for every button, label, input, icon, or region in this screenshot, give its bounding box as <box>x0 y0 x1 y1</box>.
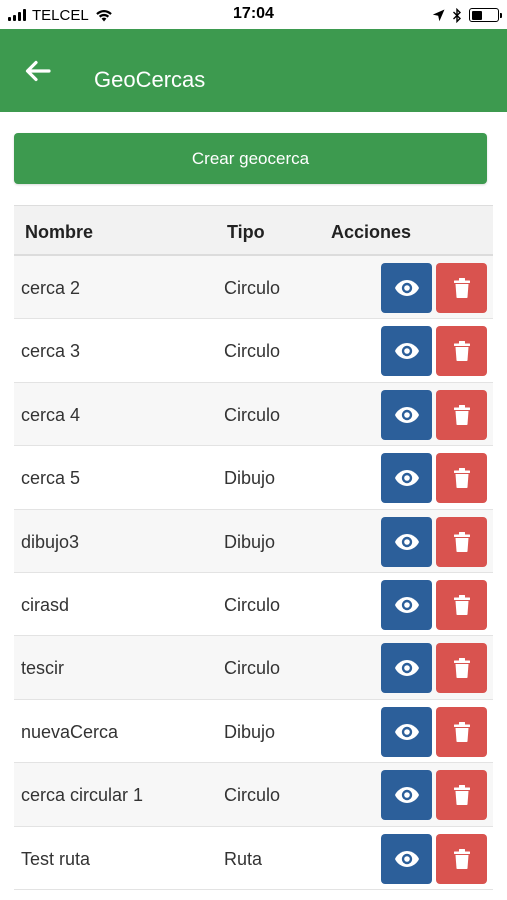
eye-icon <box>394 660 419 677</box>
trash-icon <box>453 531 470 552</box>
eye-icon <box>394 723 419 740</box>
view-button[interactable] <box>381 579 432 630</box>
eye-icon <box>394 280 419 296</box>
view-button[interactable] <box>381 389 432 440</box>
location-arrow-icon <box>432 9 445 21</box>
view-button[interactable] <box>381 643 432 694</box>
delete-button[interactable] <box>436 579 487 630</box>
delete-button[interactable] <box>436 453 487 504</box>
trash-icon <box>453 468 470 489</box>
back-button[interactable] <box>20 53 56 89</box>
geofence-name: nuevaCerca <box>21 721 119 742</box>
trash-icon <box>453 658 470 679</box>
status-time: 17:04 <box>233 5 274 22</box>
geofence-type: Dibujo <box>224 531 276 552</box>
geofence-name: cerca 4 <box>21 404 81 425</box>
column-header-actions: Acciones <box>331 222 412 242</box>
geofence-name: cirasd <box>21 594 70 615</box>
eye-icon <box>394 787 419 804</box>
page-title: GeoCercas <box>94 67 206 92</box>
create-geofence-button[interactable]: Crear geocerca <box>14 133 487 184</box>
geofence-table: Nombre Tipo Acciones cerca 2 Circulo cer… <box>14 205 493 890</box>
delete-button[interactable] <box>436 770 487 821</box>
geofence-type: Dibujo <box>224 721 276 742</box>
eye-icon <box>394 533 419 550</box>
geofence-type: Circulo <box>224 785 281 806</box>
trash-icon <box>453 785 470 806</box>
geofence-type: Circulo <box>224 594 281 615</box>
geofence-name: Test ruta <box>21 848 91 869</box>
bluetooth-icon <box>453 7 461 23</box>
status-right <box>432 6 502 24</box>
view-button[interactable] <box>381 516 432 567</box>
table-row: nuevaCerca Dibujo <box>14 699 493 764</box>
arrow-left-icon <box>25 60 51 82</box>
delete-button[interactable] <box>436 833 487 884</box>
table-row: Test ruta Ruta <box>14 826 493 890</box>
table-row: cerca circular 1 Circulo <box>14 763 493 827</box>
view-button[interactable] <box>381 833 432 884</box>
delete-button[interactable] <box>436 706 487 757</box>
eye-icon <box>394 850 419 867</box>
status-bar: TELCEL 17:04 <box>0 0 507 29</box>
table-header: Nombre Tipo Acciones <box>14 205 493 256</box>
view-button[interactable] <box>381 326 432 377</box>
geofence-type: Circulo <box>224 341 281 362</box>
delete-button[interactable] <box>436 643 487 694</box>
geofence-name: cerca 3 <box>21 341 81 362</box>
table-row: tescir Circulo <box>14 636 493 700</box>
battery-icon <box>469 8 502 22</box>
table-row: cirasd Circulo <box>14 572 493 637</box>
eye-icon <box>394 470 419 487</box>
trash-icon <box>453 594 470 615</box>
delete-button[interactable] <box>436 326 487 377</box>
geofence-name: cerca circular 1 <box>21 785 144 806</box>
geofence-name: cerca 5 <box>21 468 81 489</box>
geofence-name: tescir <box>21 658 65 679</box>
delete-button[interactable] <box>436 516 487 567</box>
table-row: dibujo3 Dibujo <box>14 509 493 573</box>
table-body: cerca 2 Circulo cerca 3 Circulo cerca 4 … <box>14 256 493 890</box>
eye-icon <box>394 343 419 360</box>
eye-icon <box>394 406 419 423</box>
eye-icon <box>394 596 419 613</box>
trash-icon <box>453 721 470 742</box>
table-row: cerca 4 Circulo <box>14 382 493 447</box>
trash-icon <box>453 341 470 362</box>
geofence-type: Circulo <box>224 278 281 298</box>
geofence-type: Ruta <box>224 848 263 869</box>
view-button[interactable] <box>381 706 432 757</box>
view-button[interactable] <box>381 263 432 313</box>
view-button[interactable] <box>381 453 432 504</box>
view-button[interactable] <box>381 770 432 821</box>
table-row: cerca 5 Dibujo <box>14 446 493 510</box>
table-row: cerca 3 Circulo <box>14 319 493 383</box>
trash-icon <box>453 404 470 425</box>
table-row: cerca 2 Circulo <box>14 256 493 320</box>
geofence-name: cerca 2 <box>21 278 81 298</box>
geofence-type: Circulo <box>224 404 281 425</box>
delete-button[interactable] <box>436 263 487 313</box>
geofence-type: Dibujo <box>224 468 276 489</box>
geofence-name: dibujo3 <box>21 531 80 552</box>
trash-icon <box>453 848 470 869</box>
trash-icon <box>453 278 470 298</box>
column-header-name: Nombre <box>25 222 94 242</box>
app-bar: GeoCercas <box>0 29 507 112</box>
geofence-type: Circulo <box>224 658 281 679</box>
delete-button[interactable] <box>436 389 487 440</box>
column-header-type: Tipo <box>227 222 265 242</box>
